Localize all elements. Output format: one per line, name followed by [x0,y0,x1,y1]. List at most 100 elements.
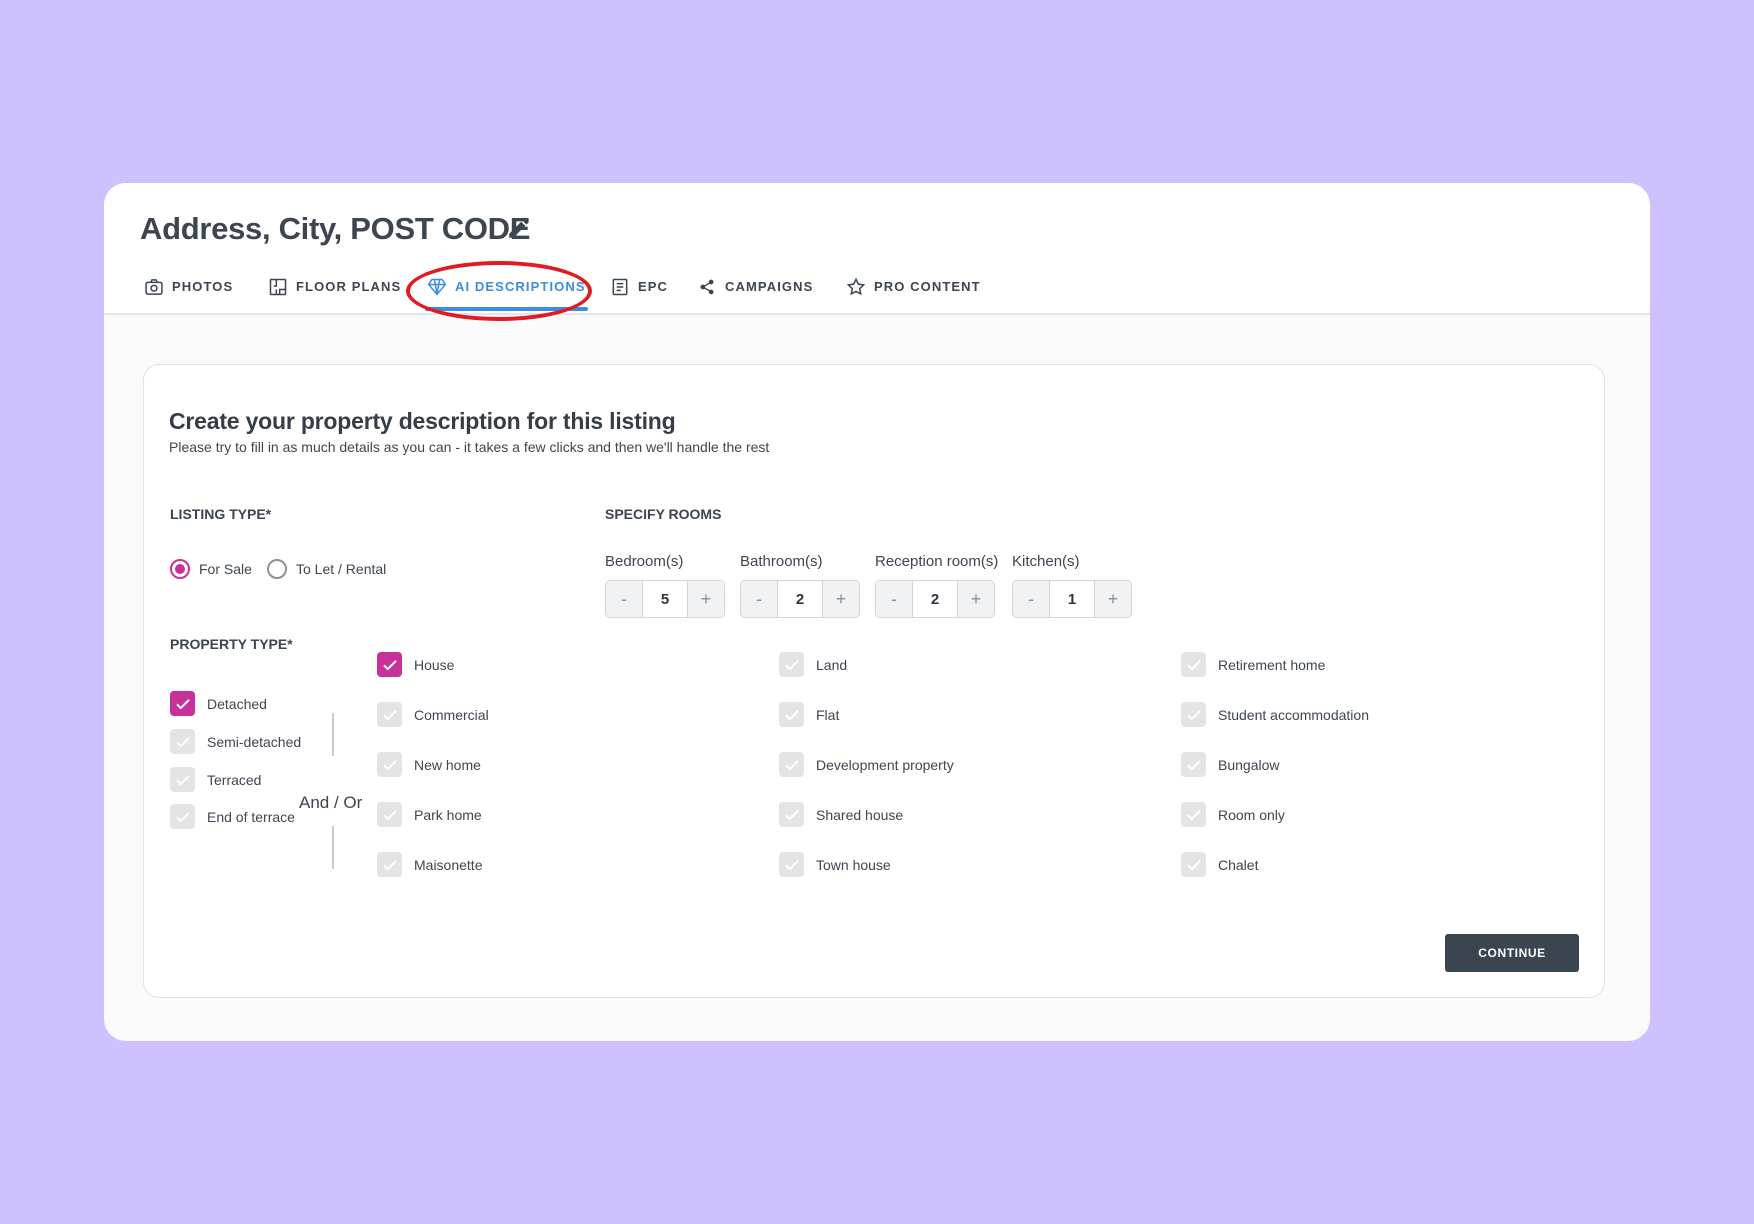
checkbox-box[interactable] [377,702,402,727]
checkbox-box[interactable] [170,729,195,754]
document-icon [612,278,628,296]
checkbox-box[interactable] [1181,652,1206,677]
tab-label: AI DESCRIPTIONS [455,279,586,294]
checkbox-development-property[interactable]: Development property [779,752,954,777]
increment-button[interactable]: + [823,581,859,617]
divider-bottom [332,826,334,869]
decrement-button[interactable]: - [606,581,642,617]
tab-epc[interactable]: EPC [610,278,669,311]
room-reception: Reception room(s) - 2 + [875,553,998,618]
checkbox-label: Detached [207,695,267,712]
checkbox-terraced[interactable]: Terraced [170,767,261,792]
tab-label: EPC [638,279,669,294]
bathrooms-stepper: - 2 + [740,580,860,618]
checkmark-icon [784,659,799,671]
tab-campaigns[interactable]: CAMPAIGNS [697,279,813,311]
checkbox-box[interactable] [779,652,804,677]
room-label: Bathroom(s) [740,553,823,570]
checkbox-commercial[interactable]: Commercial [377,702,489,727]
checkbox-semi-detached[interactable]: Semi-detached [170,729,301,754]
checkbox-box[interactable] [779,752,804,777]
increment-button[interactable]: + [1095,581,1131,617]
checkbox-label: Student accommodation [1218,706,1369,723]
checkmark-icon [382,859,397,871]
tab-ai-descriptions[interactable]: AI DESCRIPTIONS [425,278,588,311]
stepper-value[interactable]: 1 [1049,581,1095,617]
checkbox-box[interactable] [377,852,402,877]
checkbox-town-house[interactable]: Town house [779,852,891,877]
checkbox-house[interactable]: House [377,652,454,677]
checkbox-label: Maisonette [414,856,483,873]
checkbox-room-only[interactable]: Room only [1181,802,1285,827]
radio-button[interactable] [267,559,287,579]
checkbox-end-of-terrace[interactable]: End of terrace [170,804,295,829]
decrement-button[interactable]: - [741,581,777,617]
checkbox-box[interactable] [1181,752,1206,777]
checkbox-box[interactable] [779,702,804,727]
kitchens-stepper: - 1 + [1012,580,1132,618]
pencil-icon[interactable] [506,215,532,241]
stepper-value[interactable]: 5 [642,581,688,617]
listing-card: Address, City, POST CODE PHOTOS FLOOR PL… [104,183,1650,1041]
checkbox-flat[interactable]: Flat [779,702,839,727]
checkbox-label: House [414,656,455,673]
checkbox-chalet[interactable]: Chalet [1181,852,1258,877]
checkbox-box[interactable] [377,752,402,777]
checkbox-box[interactable] [1181,852,1206,877]
and-or-label: And / Or [299,793,363,812]
checkbox-detached[interactable]: Detached [170,691,267,716]
checkbox-retirement-home[interactable]: Retirement home [1181,652,1325,677]
checkbox-park-home[interactable]: Park home [377,802,482,827]
checkbox-box[interactable] [170,804,195,829]
checkbox-box[interactable] [170,767,195,792]
continue-button[interactable]: CONTINUE [1445,934,1579,972]
page-title: Address, City, POST CODE [140,211,531,246]
radio-to-let[interactable]: To Let / Rental [267,559,386,579]
checkbox-label: Retirement home [1218,656,1326,673]
tab-floor-plans[interactable]: FLOOR PLANS [268,278,401,311]
share-icon [700,279,714,295]
increment-button[interactable]: + [958,581,994,617]
decrement-button[interactable]: - [876,581,912,617]
checkmark-icon [784,759,799,771]
checkmark-icon [1186,859,1201,871]
decrement-button[interactable]: - [1013,581,1049,617]
stepper-value[interactable]: 2 [777,581,823,617]
bedrooms-stepper: - 5 + [605,580,725,618]
specify-rooms-label: SPECIFY ROOMS [605,506,722,522]
checkmark-icon [784,809,799,821]
camera-icon [145,279,163,295]
radio-label: For Sale [199,561,252,577]
checkmark-icon [382,809,397,821]
checkbox-new-home[interactable]: New home [377,752,481,777]
checkbox-label: Bungalow [1218,756,1280,773]
checkbox-land[interactable]: Land [779,652,847,677]
checkmark-icon [175,774,190,786]
tab-pro-content[interactable]: PRO CONTENT [846,277,981,311]
checkbox-shared-house[interactable]: Shared house [779,802,903,827]
checkbox-box[interactable] [779,802,804,827]
checkbox-maisonette[interactable]: Maisonette [377,852,482,877]
room-kitchens: Kitchen(s) - 1 + [1012,553,1132,618]
checkmark-icon [175,811,190,823]
checkbox-box[interactable] [779,852,804,877]
checkbox-box[interactable] [377,652,402,677]
checkbox-box[interactable] [1181,802,1206,827]
tab-photos[interactable]: PHOTOS [144,279,233,311]
checkbox-label: Town house [816,856,891,873]
room-bedrooms: Bedroom(s) - 5 + [605,553,725,618]
diamond-icon [427,278,447,296]
checkbox-box[interactable] [170,691,195,716]
stepper-value[interactable]: 2 [912,581,958,617]
radio-button[interactable] [170,559,190,579]
radio-for-sale[interactable]: For Sale [170,559,252,579]
checkbox-bungalow[interactable]: Bungalow [1181,752,1280,777]
reception-stepper: - 2 + [875,580,995,618]
checkmark-icon [382,709,397,721]
checkbox-box[interactable] [377,802,402,827]
increment-button[interactable]: + [688,581,724,617]
checkbox-student-accommodation[interactable]: Student accommodation [1181,702,1369,727]
checkmark-icon [382,659,397,671]
checkbox-box[interactable] [1181,702,1206,727]
checkmark-icon [175,698,190,710]
